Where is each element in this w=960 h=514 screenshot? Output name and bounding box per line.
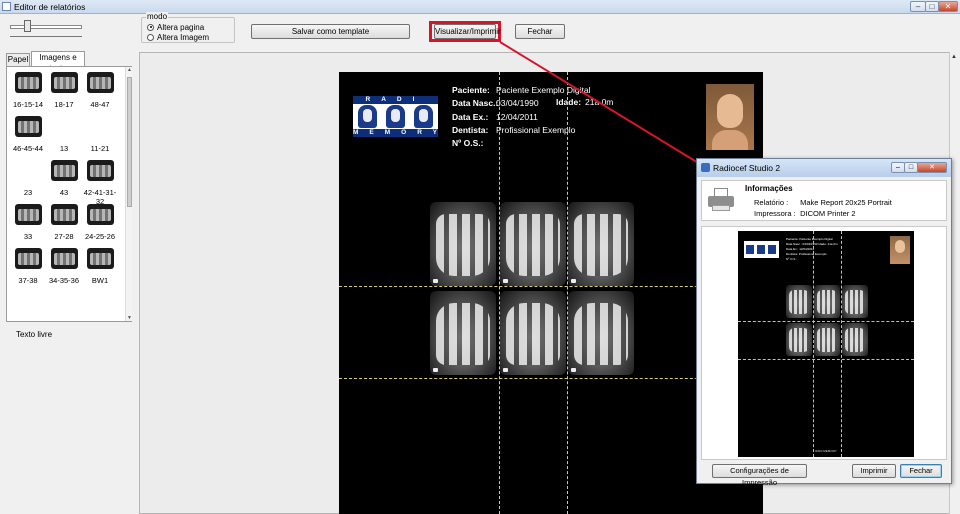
relatorio-label: Relatório :: [754, 198, 789, 207]
printer-icon: [708, 188, 734, 212]
preview-label: Data Ex.:: [786, 247, 799, 251]
preview-xray: [842, 285, 868, 318]
preview-footer-text: RADI: [815, 449, 823, 453]
imprimir-button[interactable]: Imprimir: [852, 464, 896, 478]
preview-guide-line: [738, 359, 914, 360]
printer-tray: [712, 205, 730, 211]
preview-xray: [842, 323, 868, 356]
preview-value: 03/04/1990: [802, 242, 818, 246]
dialog-fechar-button[interactable]: Fechar: [900, 464, 942, 478]
preview-label: Dentista:: [786, 252, 798, 256]
preview-guide-line: [738, 321, 914, 322]
preview-xray: [814, 323, 840, 356]
preview-value: Paciente Exemplo Digital: [799, 237, 833, 241]
preview-photo: [890, 236, 910, 264]
preview-value: 21a 0m: [827, 242, 838, 246]
configuracoes-impressao-button[interactable]: Configurações de Impressão: [712, 464, 807, 487]
dialog-close-button[interactable]: ✕: [917, 162, 947, 173]
preview-logo: [744, 241, 779, 258]
preview-value: 12/04/2011: [799, 247, 814, 251]
preview-footer-text: MEMORY: [823, 449, 837, 453]
preview-footer: RADI MEMORY: [738, 449, 914, 453]
radiocef-app-icon: [701, 163, 710, 172]
dialog-title: Radiocef Studio 2: [713, 163, 781, 173]
dialog-maximize-button[interactable]: □: [904, 162, 918, 173]
preview-xray: [786, 285, 812, 318]
impressora-row: Impressora : DICOM Printer 2: [754, 209, 856, 218]
preview-guide-line: [841, 231, 842, 457]
preview-xray: [814, 285, 840, 318]
relatorio-row: Relatório : Make Report 20x25 Portrait: [754, 198, 892, 207]
dialog-title-bar: Radiocef Studio 2 – □ ✕: [697, 159, 951, 177]
dialog-info-panel: Informações Relatório : Make Report 20x2…: [701, 180, 947, 221]
dialog-minimize-button[interactable]: –: [891, 162, 905, 173]
impressora-label: Impressora :: [754, 209, 796, 218]
preview-label: Data Nasc.:: [786, 242, 802, 246]
print-preview-area: Paciente: Paciente Exemplo Digital Data …: [701, 226, 947, 460]
print-preview-dialog: Radiocef Studio 2 – □ ✕ Informações Rela…: [696, 158, 952, 487]
preview-label: Paciente:: [786, 237, 799, 241]
info-title: Informações: [745, 184, 793, 193]
preview-guide-line: [813, 231, 814, 457]
impressora-value: DICOM Printer 2: [800, 209, 856, 218]
preview-label: Idade:: [818, 242, 827, 246]
preview-patient-info: Paciente: Paciente Exemplo Digital Data …: [786, 237, 838, 262]
preview-page: Paciente: Paciente Exemplo Digital Data …: [738, 231, 914, 457]
preview-xray: [786, 323, 812, 356]
relatorio-value: Make Report 20x25 Portrait: [800, 198, 892, 207]
preview-label: Nº O.S.:: [786, 257, 797, 261]
